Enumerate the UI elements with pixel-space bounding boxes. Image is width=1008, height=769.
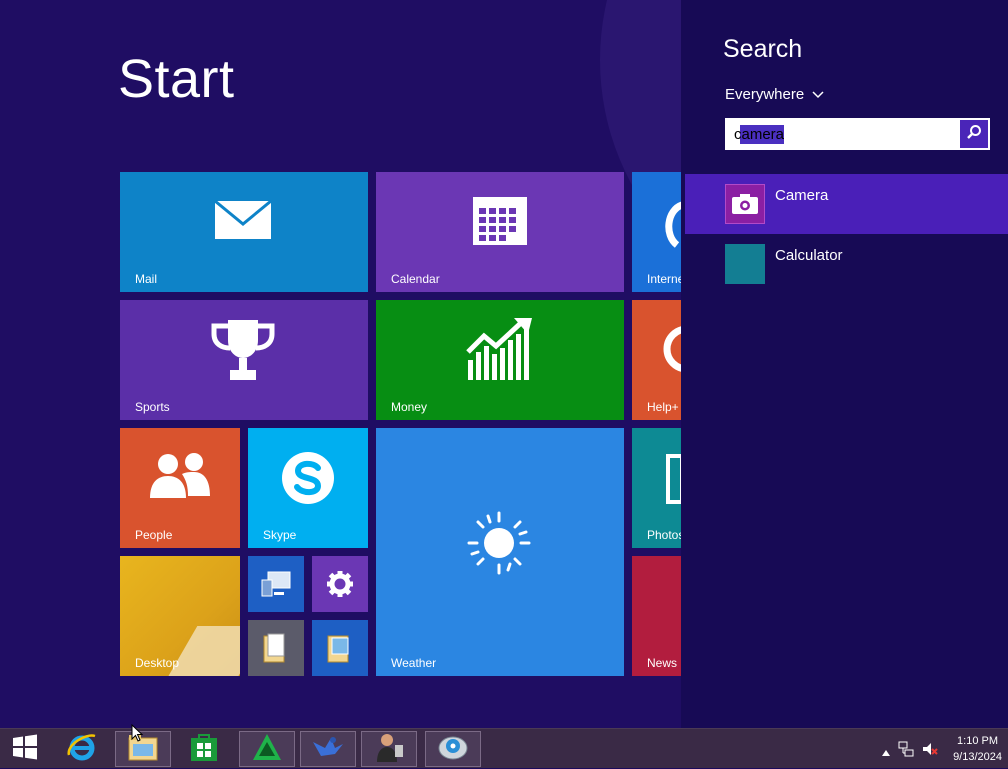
- pictures-folder-icon: [326, 632, 352, 664]
- search-box: [725, 118, 990, 150]
- search-button[interactable]: [960, 120, 988, 148]
- taskbar-app-person[interactable]: [361, 731, 417, 767]
- taskbar-app-green-triangle[interactable]: [239, 731, 295, 767]
- money-chart-icon: [466, 316, 534, 382]
- tile-label: People: [135, 528, 173, 542]
- tile-photos[interactable]: Photos: [632, 428, 681, 548]
- page-title: Start: [118, 49, 235, 109]
- globe-disc-icon: [437, 732, 469, 767]
- calendar-icon: [472, 196, 528, 246]
- search-input[interactable]: [734, 124, 954, 144]
- camera-icon: [725, 184, 765, 224]
- taskbar-file-explorer[interactable]: [115, 731, 171, 767]
- tile-skype[interactable]: Skype: [248, 428, 368, 548]
- tile-settings[interactable]: [312, 556, 368, 612]
- tile-label: Money: [391, 400, 428, 414]
- photos-icon: [666, 454, 681, 504]
- tile-money[interactable]: Money: [376, 300, 624, 420]
- tile-pictures[interactable]: [312, 620, 368, 676]
- tile-label: Desktop: [135, 656, 180, 670]
- trophy-icon: [210, 318, 276, 382]
- show-hidden-icons-icon[interactable]: [882, 743, 890, 761]
- taskbar: 1:10 PM 9/13/2024: [0, 728, 1008, 768]
- store-icon: [190, 732, 218, 767]
- clock-date: 9/13/2024: [953, 751, 1002, 763]
- clock-time: 1:10 PM: [957, 735, 999, 747]
- search-result-camera[interactable]: Camera: [685, 174, 1008, 234]
- search-scope-dropdown[interactable]: Everywhere: [725, 86, 824, 103]
- tile-label: Sports: [135, 400, 170, 414]
- volume-muted-icon[interactable]: [922, 741, 938, 762]
- sun-icon: [466, 510, 532, 576]
- taskbar-internet-explorer[interactable]: [54, 731, 110, 767]
- tile-label: Photos: [647, 528, 681, 542]
- tile-label: News: [647, 656, 678, 670]
- mouse-cursor: [131, 723, 144, 747]
- network-icon[interactable]: [898, 741, 914, 762]
- internet-explorer-icon: [662, 200, 681, 250]
- computer-icon: [260, 570, 292, 598]
- tile-news[interactable]: News: [632, 556, 681, 676]
- search-result-calculator[interactable]: Calculator: [685, 234, 1008, 294]
- result-label: Calculator: [775, 247, 843, 264]
- green-triangle-icon: [251, 732, 283, 767]
- start-screen: Start Mail Calendar Interne Sports Money…: [0, 0, 681, 728]
- gear-icon: [326, 570, 354, 598]
- tile-documents[interactable]: [248, 620, 304, 676]
- tile-internet-explorer[interactable]: Interne: [632, 172, 681, 292]
- search-scope-label: Everywhere: [725, 86, 805, 103]
- skype-icon: [278, 448, 338, 508]
- start-button[interactable]: [0, 731, 50, 767]
- chevron-down-icon: [812, 86, 824, 103]
- help-icon: [662, 324, 681, 374]
- tile-calendar[interactable]: Calendar: [376, 172, 624, 292]
- tile-weather[interactable]: Weather: [376, 428, 624, 676]
- tile-desktop[interactable]: Desktop: [120, 556, 240, 676]
- people-icon: [148, 452, 212, 500]
- search-icon: [966, 124, 982, 145]
- tile-label: Calendar: [391, 272, 440, 286]
- tile-label: Skype: [263, 528, 297, 542]
- tile-label: Weather: [391, 656, 437, 670]
- tile-label: Help+: [647, 400, 679, 414]
- tile-mail[interactable]: Mail: [120, 172, 368, 292]
- tile-label: Mail: [135, 272, 158, 286]
- windows-logo-icon: [12, 734, 38, 765]
- internet-explorer-icon: [66, 731, 98, 768]
- mail-icon: [214, 200, 272, 240]
- search-pane: Search Everywhere Camera Calculator: [681, 0, 1008, 728]
- taskbar-store[interactable]: [176, 731, 232, 767]
- system-tray: 1:10 PM 9/13/2024: [868, 729, 1008, 769]
- folder-icon: [262, 632, 288, 664]
- tile-sports[interactable]: Sports: [120, 300, 368, 420]
- taskbar-app-bird[interactable]: [300, 731, 356, 767]
- clock[interactable]: 1:10 PM 9/13/2024: [953, 733, 1002, 765]
- calculator-icon: [725, 244, 765, 284]
- tile-this-pc[interactable]: [248, 556, 304, 612]
- tile-help[interactable]: Help+: [632, 300, 681, 420]
- taskbar-app-globe-disc[interactable]: [425, 731, 481, 767]
- tile-label: Interne: [647, 272, 681, 286]
- result-label: Camera: [775, 187, 829, 204]
- bird-icon: [311, 732, 345, 767]
- tile-people[interactable]: People: [120, 428, 240, 548]
- person-icon: [373, 731, 405, 768]
- search-title: Search: [723, 35, 803, 63]
